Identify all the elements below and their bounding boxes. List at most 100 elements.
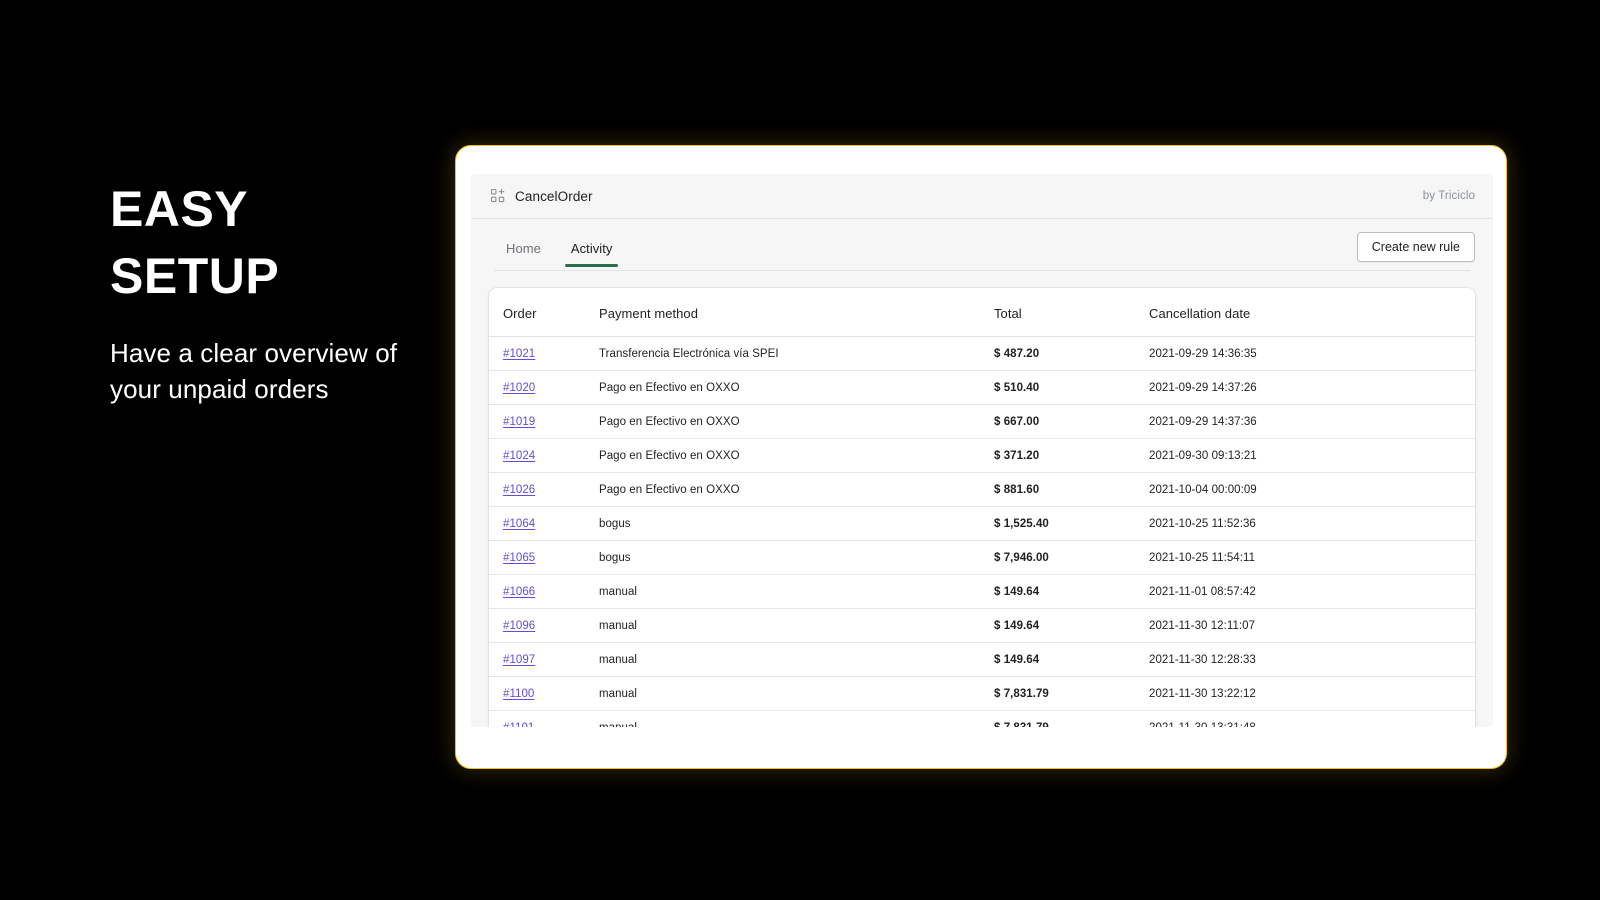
promo-subtitle: Have a clear overview of your unpaid ord… — [110, 338, 398, 404]
cell-total: $ 7,831.79 — [994, 676, 1149, 711]
device-frame: CancelOrder by Triciclo Home Activity Cr… — [455, 145, 1507, 769]
cell-payment-method: Pago en Efectivo en OXXO — [599, 404, 994, 439]
cell-total: $ 7,831.79 — [994, 710, 1149, 727]
table-row: #1065 bogus $ 7,946.00 2021-10-25 11:54:11 — [489, 540, 1475, 575]
tab-home[interactable]: Home — [494, 239, 553, 267]
cell-cancellation-date: 2021-11-30 13:22:12 — [1149, 676, 1475, 711]
cell-payment-method: manual — [599, 574, 994, 609]
tab-activity[interactable]: Activity — [559, 239, 625, 267]
table-row: #1019 Pago en Efectivo en OXXO $ 667.00 202… — [489, 404, 1475, 439]
cell-cancellation-date: 2021-09-29 14:36:35 — [1149, 336, 1475, 371]
cell-order: #1064 — [489, 506, 599, 541]
cell-payment-method: Transferencia Electrónica vía SPEI — [599, 336, 994, 371]
column-header-payment-method: Payment method — [599, 288, 994, 337]
cell-order: #1096 — [489, 608, 599, 643]
app-topbar: CancelOrder by Triciclo — [471, 174, 1493, 219]
column-header-cancellation-date: Cancellation date — [1149, 288, 1475, 337]
app-window: CancelOrder by Triciclo Home Activity Cr… — [471, 174, 1493, 727]
cell-payment-method: Pago en Efectivo en OXXO — [599, 472, 994, 507]
cell-cancellation-date: 2021-10-25 11:54:11 — [1149, 540, 1475, 575]
order-link[interactable]: #1101 — [503, 722, 534, 728]
promo-headline: EASY SETUP — [110, 176, 440, 310]
activity-table: Order Payment method Total Cancellation … — [489, 288, 1475, 727]
app-brand: CancelOrder — [491, 189, 593, 204]
cell-total: $ 371.20 — [994, 438, 1149, 473]
cell-cancellation-date: 2021-11-30 12:28:33 — [1149, 642, 1475, 677]
promo-block: EASY SETUP Have a clear overview of your… — [110, 176, 440, 408]
cell-payment-method: Pago en Efectivo en OXXO — [599, 370, 994, 405]
table-row: #1064 bogus $ 1,525.40 2021-10-25 11:52:36 — [489, 506, 1475, 541]
cell-total: $ 667.00 — [994, 404, 1149, 439]
cell-order: #1026 — [489, 472, 599, 507]
order-link[interactable]: #1021 — [503, 348, 535, 360]
order-link[interactable]: #1066 — [503, 586, 535, 598]
cell-cancellation-date: 2021-11-01 08:57:42 — [1149, 574, 1475, 609]
app-byline: by Triciclo — [1422, 190, 1475, 202]
order-link[interactable]: #1065 — [503, 552, 535, 564]
order-link[interactable]: #1024 — [503, 450, 535, 462]
cell-order: #1100 — [489, 676, 599, 711]
screenshot-root: EASY SETUP Have a clear overview of your… — [0, 0, 1600, 900]
order-link[interactable]: #1020 — [503, 382, 535, 394]
activity-table-card: Order Payment method Total Cancellation … — [489, 288, 1475, 727]
table-header-row: Order Payment method Total Cancellation … — [489, 288, 1475, 337]
tab-bar: Home Activity — [494, 239, 624, 267]
cell-order: #1020 — [489, 370, 599, 405]
cell-payment-method: bogus — [599, 540, 994, 575]
cell-total: $ 881.60 — [994, 472, 1149, 507]
apps-grid-icon — [491, 189, 505, 203]
cell-payment-method: manual — [599, 710, 994, 727]
order-link[interactable]: #1097 — [503, 654, 535, 666]
cell-total: $ 1,525.40 — [994, 506, 1149, 541]
cell-cancellation-date: 2021-09-29 14:37:36 — [1149, 404, 1475, 439]
cell-payment-method: bogus — [599, 506, 994, 541]
cell-order: #1019 — [489, 404, 599, 439]
cell-total: $ 510.40 — [994, 370, 1149, 405]
table-row: #1021 Transferencia Electrónica vía SPEI $… — [489, 336, 1475, 371]
cell-payment-method: manual — [599, 676, 994, 711]
cell-order: #1101 — [489, 710, 599, 728]
cell-order: #1065 — [489, 540, 599, 575]
cell-cancellation-date: 2021-09-30 09:13:21 — [1149, 438, 1475, 473]
app-title: CancelOrder — [515, 188, 593, 204]
table-row: #1097 manual $ 149.64 2021-11-30 12:28:33 — [489, 642, 1475, 677]
cell-total: $ 149.64 — [994, 608, 1149, 643]
promo-headline-line2: SETUP — [110, 248, 280, 304]
order-link[interactable]: #1100 — [503, 688, 534, 700]
table-row: #1020 Pago en Efectivo en OXXO $ 510.40 202… — [489, 370, 1475, 405]
column-header-order: Order — [489, 288, 599, 337]
cell-total: $ 149.64 — [994, 642, 1149, 677]
order-link[interactable]: #1026 — [503, 484, 535, 496]
cell-total: $ 7,946.00 — [994, 540, 1149, 575]
table-row: #1100 manual $ 7,831.79 2021-11-30 13:22:12 — [489, 676, 1475, 711]
tab-bar-divider — [494, 270, 1470, 271]
table-head: Order Payment method Total Cancellation … — [489, 288, 1475, 337]
create-new-rule-button[interactable]: Create new rule — [1356, 232, 1475, 262]
cell-cancellation-date: 2021-09-29 14:37:26 — [1149, 370, 1475, 405]
cell-payment-method: manual — [599, 608, 994, 643]
table-body: #1021 Transferencia Electrónica vía SPEI $… — [489, 336, 1475, 728]
cell-payment-method: manual — [599, 642, 994, 677]
order-link[interactable]: #1096 — [503, 620, 535, 632]
cell-order: #1021 — [489, 336, 599, 371]
order-link[interactable]: #1064 — [503, 518, 535, 530]
promo-headline-line1: EASY — [110, 181, 249, 237]
cell-total: $ 149.64 — [994, 574, 1149, 609]
cell-cancellation-date: 2021-10-04 00:00:09 — [1149, 472, 1475, 507]
table-row: #1026 Pago en Efectivo en OXXO $ 881.60 202… — [489, 472, 1475, 507]
cell-order: #1097 — [489, 642, 599, 677]
cell-payment-method: Pago en Efectivo en OXXO — [599, 438, 994, 473]
app-content: Home Activity Create new rule Order Paym… — [471, 219, 1493, 727]
table-row: #1024 Pago en Efectivo en OXXO $ 371.20 202… — [489, 438, 1475, 473]
table-row: #1066 manual $ 149.64 2021-11-01 08:57:42 — [489, 574, 1475, 609]
table-row: #1101 manual$ 7,831.792021-11-30 13:31:48 — [489, 710, 1475, 728]
order-link[interactable]: #1019 — [503, 416, 535, 428]
cell-cancellation-date: 2021-10-25 11:52:36 — [1149, 506, 1475, 541]
cell-order: #1066 — [489, 574, 599, 609]
cell-total: $ 487.20 — [994, 336, 1149, 371]
toolbar-row: Home Activity Create new rule — [489, 219, 1475, 277]
cell-order: #1024 — [489, 438, 599, 473]
table-row: #1096 manual $ 149.64 2021-11-30 12:11:07 — [489, 608, 1475, 643]
cell-cancellation-date: 2021-11-30 12:11:07 — [1149, 608, 1475, 643]
cell-cancellation-date: 2021-11-30 13:31:48 — [1149, 710, 1475, 727]
